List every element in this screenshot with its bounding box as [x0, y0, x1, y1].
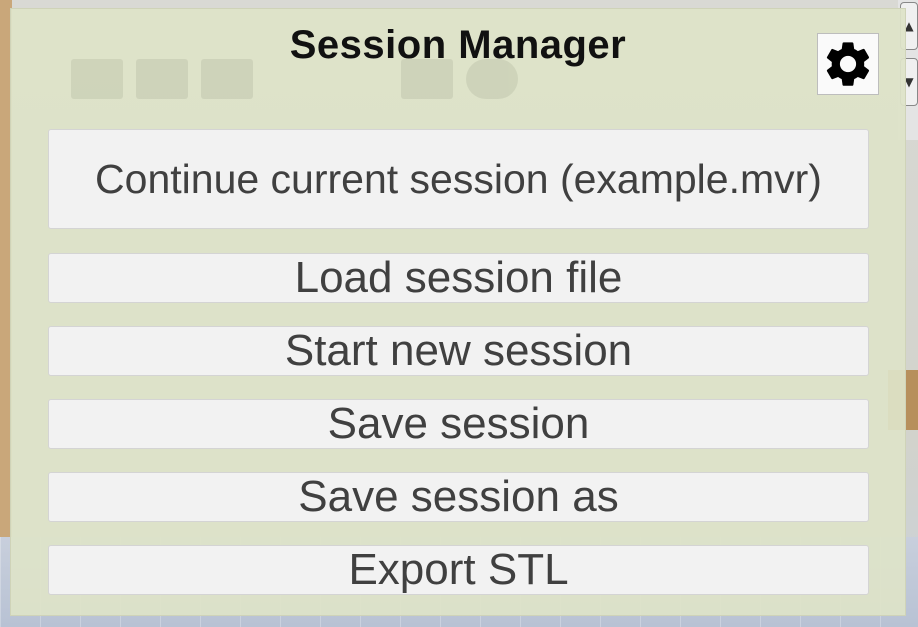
save-session-as-button[interactable]: Save session as	[48, 472, 869, 522]
export-stl-button[interactable]: Export STL	[48, 545, 869, 595]
load-session-button[interactable]: Load session file	[48, 253, 869, 303]
gear-icon	[826, 42, 870, 86]
session-manager-dialog: Session Manager Continue current session…	[10, 8, 906, 616]
continue-session-button[interactable]: Continue current session (example.mvr)	[48, 129, 869, 229]
settings-button[interactable]	[817, 33, 879, 95]
save-session-button[interactable]: Save session	[48, 399, 869, 449]
dialog-title: Session Manager	[289, 23, 627, 67]
start-new-session-button[interactable]: Start new session	[48, 326, 869, 376]
